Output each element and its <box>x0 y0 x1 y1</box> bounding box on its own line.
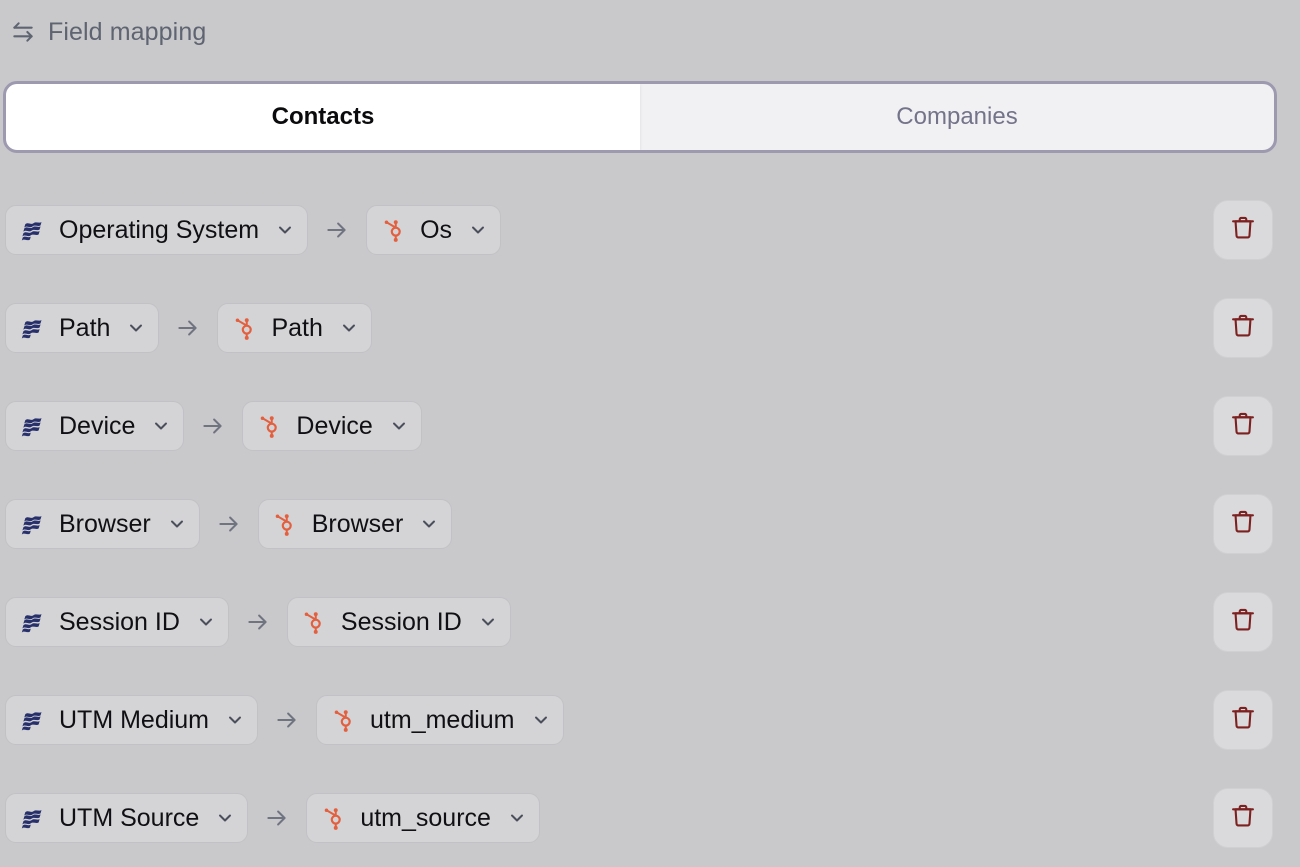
wave-flag-icon <box>20 707 46 733</box>
destination-field-select[interactable]: Session ID <box>287 597 511 647</box>
chevron-down-icon <box>274 219 296 241</box>
hubspot-sprocket-icon <box>302 609 328 635</box>
arrow-right-icon <box>196 411 230 441</box>
trash-icon <box>1229 704 1257 737</box>
source-field-select[interactable]: Path <box>5 303 159 353</box>
source-field-select[interactable]: UTM Source <box>5 793 248 843</box>
page-title: Field mapping <box>48 18 206 47</box>
field-mapping-row-2: Device <box>0 377 1300 475</box>
delete-mapping-button[interactable] <box>1213 690 1273 750</box>
delete-mapping-button[interactable] <box>1213 298 1273 358</box>
trash-icon <box>1229 606 1257 639</box>
hubspot-sprocket-icon <box>273 511 299 537</box>
arrows-transfer-icon <box>10 19 36 45</box>
chevron-down-icon <box>477 611 499 633</box>
field-mapping-row-4: Session ID <box>0 573 1300 671</box>
source-field-label: Operating System <box>59 218 259 243</box>
chevron-down-icon <box>214 807 236 829</box>
source-field-select[interactable]: Operating System <box>5 205 308 255</box>
destination-field-select[interactable]: Os <box>366 205 501 255</box>
chevron-down-icon <box>150 415 172 437</box>
trash-icon <box>1229 508 1257 541</box>
chevron-down-icon <box>530 709 552 731</box>
tab-companies-label: Companies <box>896 103 1017 131</box>
destination-field-label: Browser <box>312 512 404 537</box>
field-mapping-row-6: UTM Source <box>0 769 1300 867</box>
source-field-label: Device <box>59 414 135 439</box>
delete-mapping-button[interactable] <box>1213 592 1273 652</box>
trash-icon <box>1229 802 1257 835</box>
destination-field-select[interactable]: Device <box>242 401 421 451</box>
field-mapping-row-1: Path <box>0 279 1300 377</box>
tab-contacts[interactable]: Contacts <box>6 84 640 150</box>
source-field-select[interactable]: UTM Medium <box>5 695 258 745</box>
chevron-down-icon <box>388 415 410 437</box>
chevron-down-icon <box>195 611 217 633</box>
destination-field-label: utm_medium <box>370 708 515 733</box>
delete-mapping-button[interactable] <box>1213 494 1273 554</box>
wave-flag-icon <box>20 217 46 243</box>
chevron-down-icon <box>418 513 440 535</box>
hubspot-sprocket-icon <box>257 413 283 439</box>
source-field-select[interactable]: Session ID <box>5 597 229 647</box>
arrow-right-icon <box>320 215 354 245</box>
arrow-right-icon <box>171 313 205 343</box>
wave-flag-icon <box>20 609 46 635</box>
tab-contacts-label: Contacts <box>272 103 375 131</box>
arrow-right-icon <box>212 509 246 539</box>
source-field-label: UTM Source <box>59 806 199 831</box>
object-type-tabs: Contacts Companies <box>3 81 1277 153</box>
wave-flag-icon <box>20 413 46 439</box>
field-mapping-row-0: Operating System <box>0 181 1300 279</box>
source-field-select[interactable]: Browser <box>5 499 200 549</box>
source-field-label: Session ID <box>59 610 180 635</box>
delete-mapping-button[interactable] <box>1213 788 1273 848</box>
delete-mapping-button[interactable] <box>1213 200 1273 260</box>
destination-field-label: Device <box>296 414 372 439</box>
page-header: Field mapping <box>0 0 1300 64</box>
hubspot-sprocket-icon <box>331 707 357 733</box>
source-field-label: Path <box>59 316 110 341</box>
wave-flag-icon <box>20 805 46 831</box>
hubspot-sprocket-icon <box>381 217 407 243</box>
hubspot-sprocket-icon <box>232 315 258 341</box>
chevron-down-icon <box>467 219 489 241</box>
field-mapping-row-3: Browser <box>0 475 1300 573</box>
destination-field-select[interactable]: Path <box>217 303 371 353</box>
chevron-down-icon <box>338 317 360 339</box>
field-mapping-row-5: UTM Medium <box>0 671 1300 769</box>
destination-field-label: Path <box>271 316 322 341</box>
hubspot-sprocket-icon <box>321 805 347 831</box>
destination-field-label: utm_source <box>360 806 491 831</box>
chevron-down-icon <box>506 807 528 829</box>
tab-companies[interactable]: Companies <box>640 84 1274 150</box>
chevron-down-icon <box>166 513 188 535</box>
source-field-label: Browser <box>59 512 151 537</box>
arrow-right-icon <box>241 607 275 637</box>
trash-icon <box>1229 410 1257 443</box>
delete-mapping-button[interactable] <box>1213 396 1273 456</box>
destination-field-label: Session ID <box>341 610 462 635</box>
destination-field-label: Os <box>420 218 452 243</box>
source-field-label: UTM Medium <box>59 708 209 733</box>
source-field-select[interactable]: Device <box>5 401 184 451</box>
wave-flag-icon <box>20 315 46 341</box>
wave-flag-icon <box>20 511 46 537</box>
arrow-right-icon <box>260 803 294 833</box>
destination-field-select[interactable]: utm_source <box>306 793 540 843</box>
arrow-right-icon <box>270 705 304 735</box>
chevron-down-icon <box>125 317 147 339</box>
destination-field-select[interactable]: utm_medium <box>316 695 564 745</box>
trash-icon <box>1229 214 1257 247</box>
chevron-down-icon <box>224 709 246 731</box>
trash-icon <box>1229 312 1257 345</box>
destination-field-select[interactable]: Browser <box>258 499 453 549</box>
field-mapping-list: Operating System <box>0 181 1300 867</box>
